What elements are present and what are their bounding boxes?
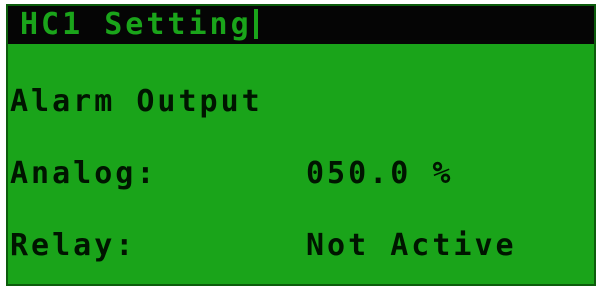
- lcd-display: HC1 Setting Alarm Output Analog: 050.0 %…: [6, 4, 596, 286]
- screen-title: HC1 Setting: [20, 8, 260, 42]
- analog-label: Analog:: [10, 156, 158, 191]
- analog-value[interactable]: 050.0 %: [306, 154, 453, 194]
- screen-title-text: HC1 Setting: [20, 7, 252, 42]
- section-heading: Alarm Output: [10, 82, 263, 122]
- text-cursor: [253, 8, 258, 39]
- section-heading-text: Alarm Output: [10, 84, 263, 119]
- relay-value[interactable]: Not Active: [306, 226, 517, 266]
- title-bar: HC1 Setting: [8, 6, 594, 44]
- relay-label: Relay:: [10, 228, 137, 263]
